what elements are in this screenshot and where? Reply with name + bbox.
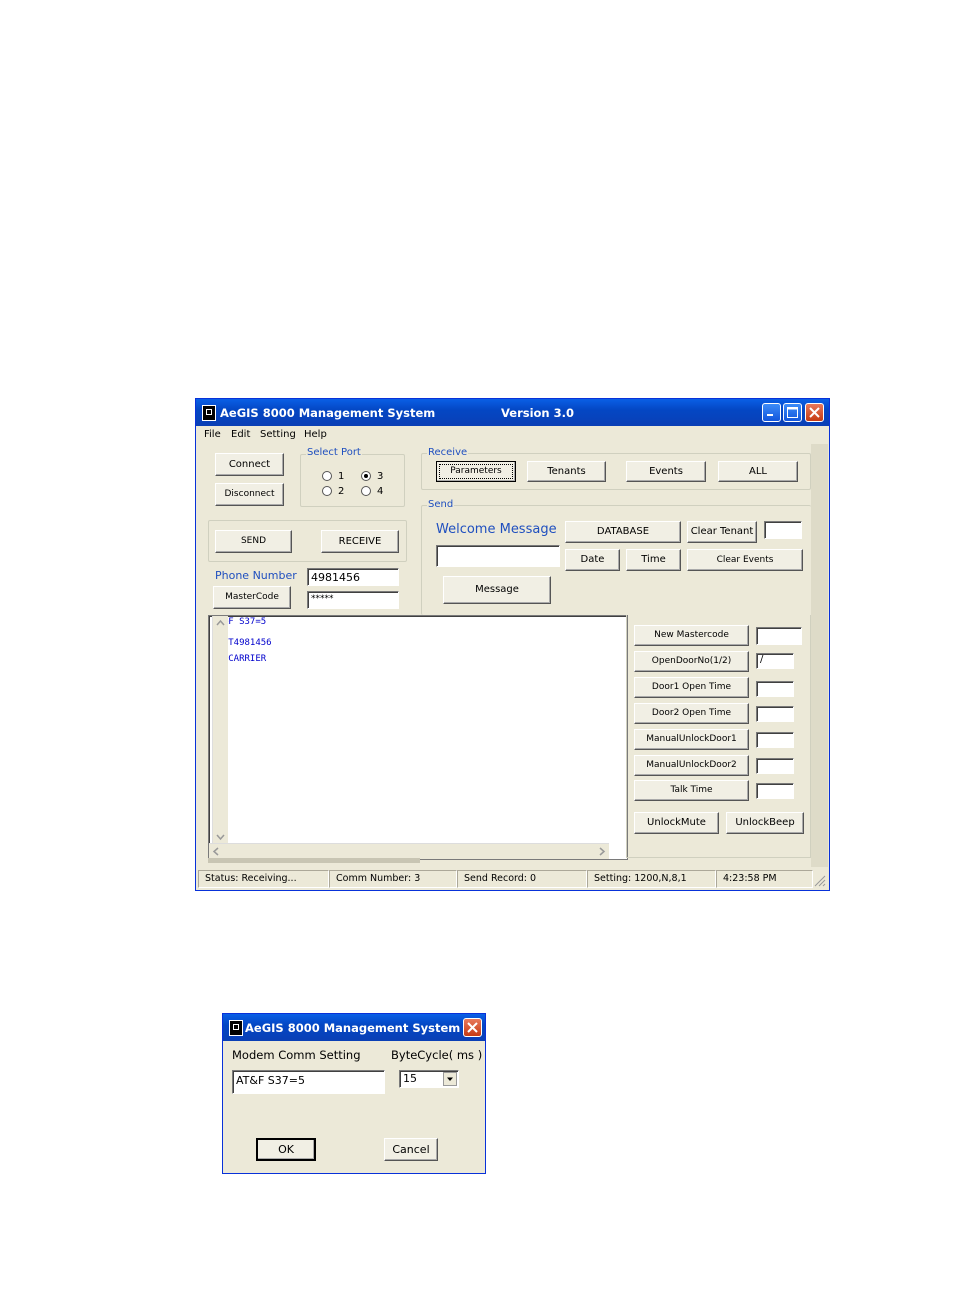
menu-edit[interactable]: Edit [231,429,250,440]
unlock-mute-button[interactable]: UnlockMute [634,812,719,834]
modem-comm-setting-label: Modem Comm Setting [232,1048,361,1062]
close-icon [467,1022,478,1033]
close-button[interactable] [805,403,824,422]
main-title-bar[interactable]: AeGIS 8000 Management System Version 3.0 [196,399,829,426]
scroll-right-icon [599,847,606,856]
connect-button[interactable]: Connect [215,453,284,476]
phone-number-label: Phone Number [215,569,297,582]
log-vertical-scrollbar[interactable] [212,616,228,844]
port-3-radio[interactable] [361,471,371,481]
menu-file[interactable]: File [204,429,221,440]
send-group-label: Send [427,499,455,510]
open-door-no-button[interactable]: OpenDoorNo(1/2) [634,651,749,672]
dialog-title-bar[interactable]: AeGIS 8000 Management System [223,1014,485,1041]
mastercode-button[interactable]: MasterCode [213,586,291,609]
scroll-left-icon [212,847,219,856]
clear-tenant-input[interactable] [764,521,802,539]
unlock-beep-button[interactable]: UnlockBeep [726,812,804,834]
door1-open-time-input[interactable] [756,681,794,697]
manual-unlock-door1-button[interactable]: ManualUnlockDoor1 [634,729,749,750]
minimize-button[interactable] [762,403,781,422]
log-horizontal-scrollbar[interactable] [209,843,609,859]
comm-number: Comm Number: 3 [329,870,457,888]
port-2-label: 2 [338,486,345,497]
send-button[interactable]: SEND [215,530,292,553]
talk-time-button[interactable]: Talk Time [634,780,749,801]
dialog-app-icon [229,1020,243,1036]
maximize-button[interactable] [783,403,802,422]
events-button[interactable]: Events [626,461,706,482]
port-4-label: 4 [377,486,384,497]
window-title: AeGIS 8000 Management System [220,406,436,420]
dialog-close-button[interactable] [463,1018,482,1037]
select-port-group [300,454,405,507]
manual-unlock-door2-input[interactable] [756,758,794,774]
welcome-message-input[interactable] [436,545,560,567]
open-door-no-input[interactable]: / [756,653,794,669]
select-port-label: Select Port [306,447,362,458]
scroll-up-icon [216,619,225,626]
menu-setting[interactable]: Setting [260,429,296,440]
scroll-down-icon [216,834,225,841]
disconnect-button[interactable]: Disconnect [215,483,284,506]
mastercode-input[interactable]: ***** [307,591,399,609]
database-button[interactable]: DATABASE [565,521,681,543]
new-mastercode-input[interactable] [756,627,802,645]
menu-help[interactable]: Help [304,429,327,440]
chevron-down-icon [447,1077,453,1081]
close-icon [809,407,820,418]
port-3-label: 3 [377,471,384,482]
receive-group-label: Receive [427,447,469,458]
bytecycle-label: ByteCycle( ms ) [391,1048,483,1062]
manual-unlock-door2-button[interactable]: ManualUnlockDoor2 [634,755,749,776]
door2-open-time-input[interactable] [756,706,794,722]
date-button[interactable]: Date [565,549,620,571]
port-1-radio[interactable] [322,471,332,481]
port-1-label: 1 [338,471,345,482]
talk-time-input[interactable] [756,783,794,799]
clock: 4:23:58 PM [716,870,813,888]
welcome-message-label: Welcome Message [436,522,557,537]
tenants-button[interactable]: Tenants [527,461,606,482]
door2-open-time-button[interactable]: Door2 Open Time [634,703,749,724]
dialog-title: AeGIS 8000 Management System [245,1021,461,1035]
phone-number-input[interactable]: 4981456 [307,568,399,586]
message-button[interactable]: Message [443,576,551,604]
new-mastercode-button[interactable]: New Mastercode [634,625,749,646]
clear-tenant-button[interactable]: Clear Tenant [687,521,757,543]
port-4-radio[interactable] [361,486,371,496]
clear-events-button[interactable]: Clear Events [687,549,803,571]
settings-dialog: AeGIS 8000 Management System Modem Comm … [222,1013,486,1174]
ok-button[interactable]: OK [256,1138,316,1161]
door1-open-time-button[interactable]: Door1 Open Time [634,677,749,698]
main-window: AeGIS 8000 Management System Version 3.0… [195,398,830,891]
send-record: Send Record: 0 [457,870,587,888]
comm-setting: Setting: 1200,N,8,1 [587,870,716,888]
minimize-icon [767,414,773,416]
time-button[interactable]: Time [626,549,681,571]
modem-comm-setting-input[interactable]: AT&F S37=5 [232,1070,385,1094]
menu-bar: File Edit Setting Help [196,426,829,443]
status-text: Status: Receiving... [198,870,329,888]
manual-unlock-door1-input[interactable] [756,732,794,748]
bytecycle-select[interactable]: 15 [399,1070,459,1088]
log-textarea[interactable]: AT&F S37=5 OK ATDT4981456 NO CARRIER [208,615,628,860]
port-2-radio[interactable] [322,486,332,496]
receive-button[interactable]: RECEIVE [321,530,399,553]
all-button[interactable]: ALL [718,461,798,482]
app-icon [202,405,216,421]
resize-grip-icon[interactable] [814,875,826,887]
maximize-icon [787,407,798,418]
version-label: Version 3.0 [501,406,574,420]
window-right-strip [811,444,828,867]
bytecycle-value: 15 [403,1072,417,1085]
splitter-bar[interactable] [208,858,420,863]
dropdown-button[interactable] [443,1072,457,1086]
cancel-button[interactable]: Cancel [384,1138,438,1161]
parameters-button[interactable]: Parameters [436,461,516,482]
